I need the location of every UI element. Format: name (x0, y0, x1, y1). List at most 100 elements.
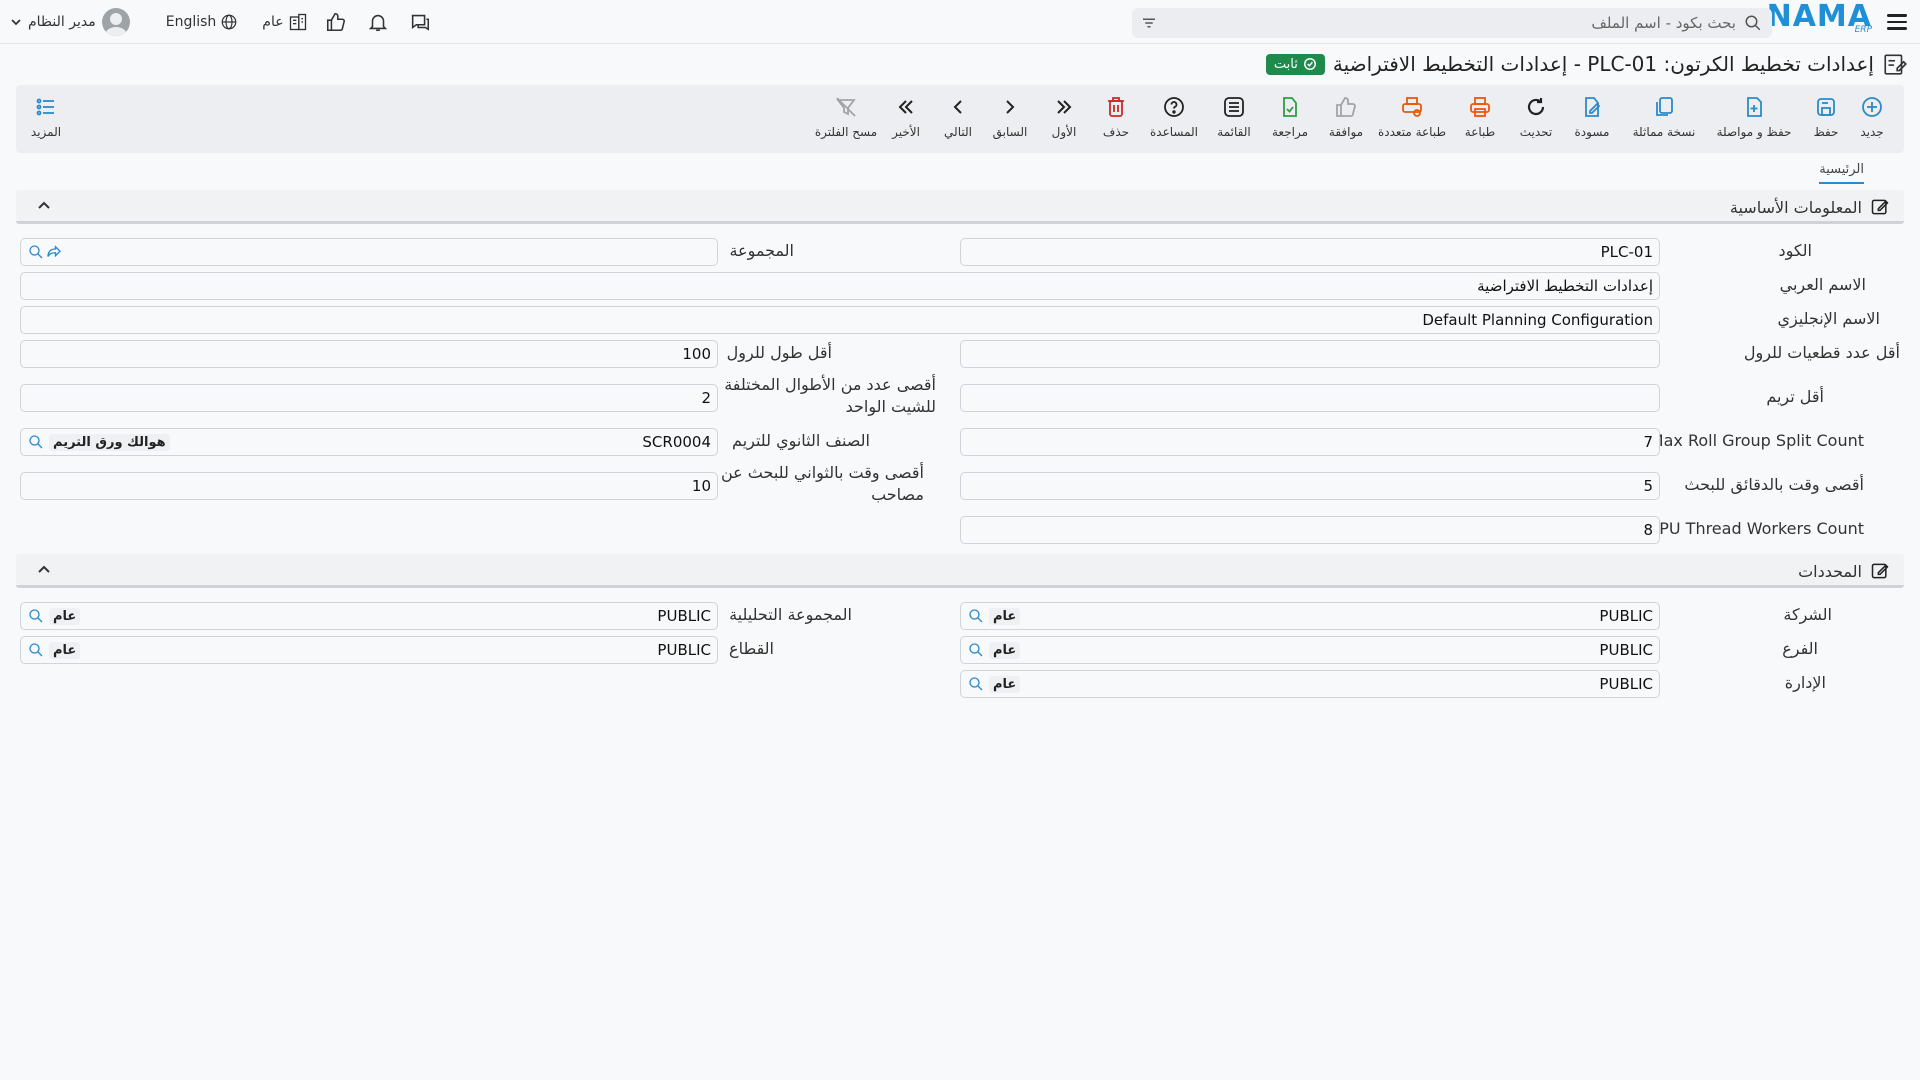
file-check-icon (1283, 97, 1297, 117)
department-tag: عام (989, 675, 1021, 693)
print-label: طباعة (1464, 125, 1496, 139)
help-button[interactable]: المساعدة (1142, 95, 1206, 139)
copy-icon (1656, 97, 1673, 116)
company-input[interactable]: PUBLIC عام (960, 602, 1660, 630)
chevron-up-icon[interactable] (34, 560, 54, 580)
list-button[interactable]: القائمة (1202, 95, 1266, 139)
arabic-name-input[interactable]: إعدادات التخطيط الافتراضية (20, 272, 1660, 300)
lookup-search-icon[interactable] (967, 675, 985, 693)
trim-secondary-input[interactable]: SCR0004 هوالك ورق التريم (20, 428, 718, 456)
review-button[interactable]: مراجعة (1258, 95, 1322, 139)
max-lengths-value: 2 (701, 389, 711, 407)
page-title: إعدادات تخطيط الكرتون: PLC-01 - إعدادات … (1332, 52, 1874, 76)
code-input[interactable]: PLC-01 (960, 238, 1660, 266)
sector-input[interactable]: PUBLIC عام (20, 636, 718, 664)
trash-icon (1108, 97, 1124, 117)
section-determinants[interactable]: المحددات (16, 554, 1904, 588)
globe-icon (221, 14, 237, 30)
form-edit-icon (1884, 54, 1907, 75)
max-roll-split-label: Max Roll Group Split Count (1649, 431, 1864, 450)
branch-label: الفرع (1782, 639, 1818, 658)
new-label: جديد (1860, 125, 1884, 139)
double-chevron-right-icon (1057, 100, 1072, 114)
chevron-down-icon (11, 19, 21, 26)
max-search-minutes-input[interactable]: 5 (960, 472, 1660, 500)
last-label: الأخير (892, 125, 920, 139)
search-input[interactable] (1196, 12, 1736, 34)
top-header: NAMA ERP مدير النظام English عام (0, 0, 1920, 44)
cpu-threads-input[interactable]: 8 (960, 516, 1660, 544)
code-value: PLC-01 (1600, 243, 1653, 261)
chat-icon[interactable] (406, 8, 434, 36)
min-roll-length-input[interactable]: 100 (20, 340, 718, 368)
max-search-seconds-input[interactable]: 10 (20, 472, 718, 500)
scope-label: عام (262, 14, 284, 30)
section-determinants-title: المحددات (1798, 561, 1890, 581)
filter-icon[interactable] (1140, 14, 1158, 32)
clear-filter-button[interactable]: مسح الفلترة (810, 95, 882, 139)
section-basic-info[interactable]: المعلومات الأساسية (16, 190, 1904, 224)
review-label: مراجعة (1271, 125, 1309, 139)
language-switch[interactable]: English (166, 13, 239, 31)
lookup-search-icon[interactable] (27, 433, 45, 451)
save-continue-button[interactable]: حفظ و مواصلة (1712, 95, 1796, 139)
lookup-search-icon[interactable] (27, 607, 45, 625)
department-value: PUBLIC (1599, 675, 1653, 693)
bell-icon[interactable] (364, 8, 392, 36)
max-search-minutes-label: أقصى وقت بالدقائق للبحث (1684, 475, 1864, 494)
lookup-search-icon[interactable] (967, 607, 985, 625)
english-name-value: Default Planning Configuration (1422, 311, 1653, 329)
section-basic-info-title: المعلومات الأساسية (1730, 197, 1890, 217)
cpu-threads-value: 8 (1643, 521, 1653, 539)
chevron-up-icon[interactable] (34, 196, 54, 216)
user-name: مدير النظام (28, 14, 96, 30)
edit-file-icon (1585, 97, 1601, 117)
lookup-search-icon[interactable] (967, 641, 985, 659)
sector-tag: عام (49, 641, 81, 659)
scope-switch[interactable]: عام (262, 12, 307, 32)
lookup-search-icon[interactable] (27, 243, 45, 261)
last-button[interactable]: الأخير (874, 95, 938, 139)
min-roll-cuts-input[interactable] (960, 340, 1660, 368)
trim-secondary-label: الصنف الثانوي للتريم (732, 431, 870, 450)
plus-circle-icon (1862, 97, 1882, 117)
duplicate-button[interactable]: نسخة مماثلة (1624, 95, 1704, 139)
search-icon[interactable] (1744, 14, 1762, 32)
min-trim-input[interactable] (960, 384, 1660, 412)
branch-input[interactable]: PUBLIC عام (960, 636, 1660, 664)
lookup-search-icon[interactable] (27, 641, 45, 659)
approve-button[interactable]: موافقة (1314, 95, 1378, 139)
user-menu[interactable]: مدير النظام (10, 8, 130, 36)
logo-sub: ERP (1854, 25, 1872, 35)
filter-off-icon (836, 97, 856, 117)
analytic-group-value: PUBLIC (657, 607, 711, 625)
menu-icon[interactable] (1886, 10, 1908, 34)
previous-label: السابق (992, 125, 1028, 139)
share-icon[interactable] (45, 243, 63, 261)
group-input[interactable] (20, 238, 718, 266)
draft-button[interactable]: مسودة (1560, 95, 1624, 139)
file-plus-icon (1747, 97, 1762, 117)
max-lengths-input[interactable]: 2 (20, 384, 718, 412)
chevron-right-icon (1006, 100, 1015, 114)
app-logo[interactable]: NAMA ERP (1767, 2, 1872, 42)
min-roll-length-label: أقل طول للرول (726, 343, 832, 362)
english-name-input[interactable]: Default Planning Configuration (20, 306, 1660, 334)
more-button[interactable]: المزيد (16, 95, 76, 139)
clear-filter-label: مسح الفلترة (814, 125, 878, 139)
refresh-icon (1527, 98, 1545, 116)
thumbs-up-icon (1336, 97, 1356, 117)
double-chevron-left-icon (898, 100, 913, 114)
analytic-group-input[interactable]: PUBLIC عام (20, 602, 718, 630)
save-button[interactable]: حفظ (1794, 95, 1858, 139)
action-toolbar: جديد حفظ حفظ و مواصلة نسخة مماثلة مسودة … (16, 85, 1904, 153)
department-input[interactable]: PUBLIC عام (960, 670, 1660, 698)
tab-main[interactable]: الرئيسية (1819, 162, 1864, 184)
thumbs-up-icon[interactable] (322, 8, 350, 36)
max-roll-split-input[interactable]: 7 (960, 428, 1660, 456)
max-search-minutes-value: 5 (1643, 477, 1653, 495)
print-button[interactable]: طباعة (1448, 95, 1512, 139)
company-label: الشركة (1783, 605, 1832, 624)
refresh-button[interactable]: تحديث (1504, 95, 1568, 139)
multi-print-button[interactable]: طباعة متعددة (1370, 95, 1454, 139)
